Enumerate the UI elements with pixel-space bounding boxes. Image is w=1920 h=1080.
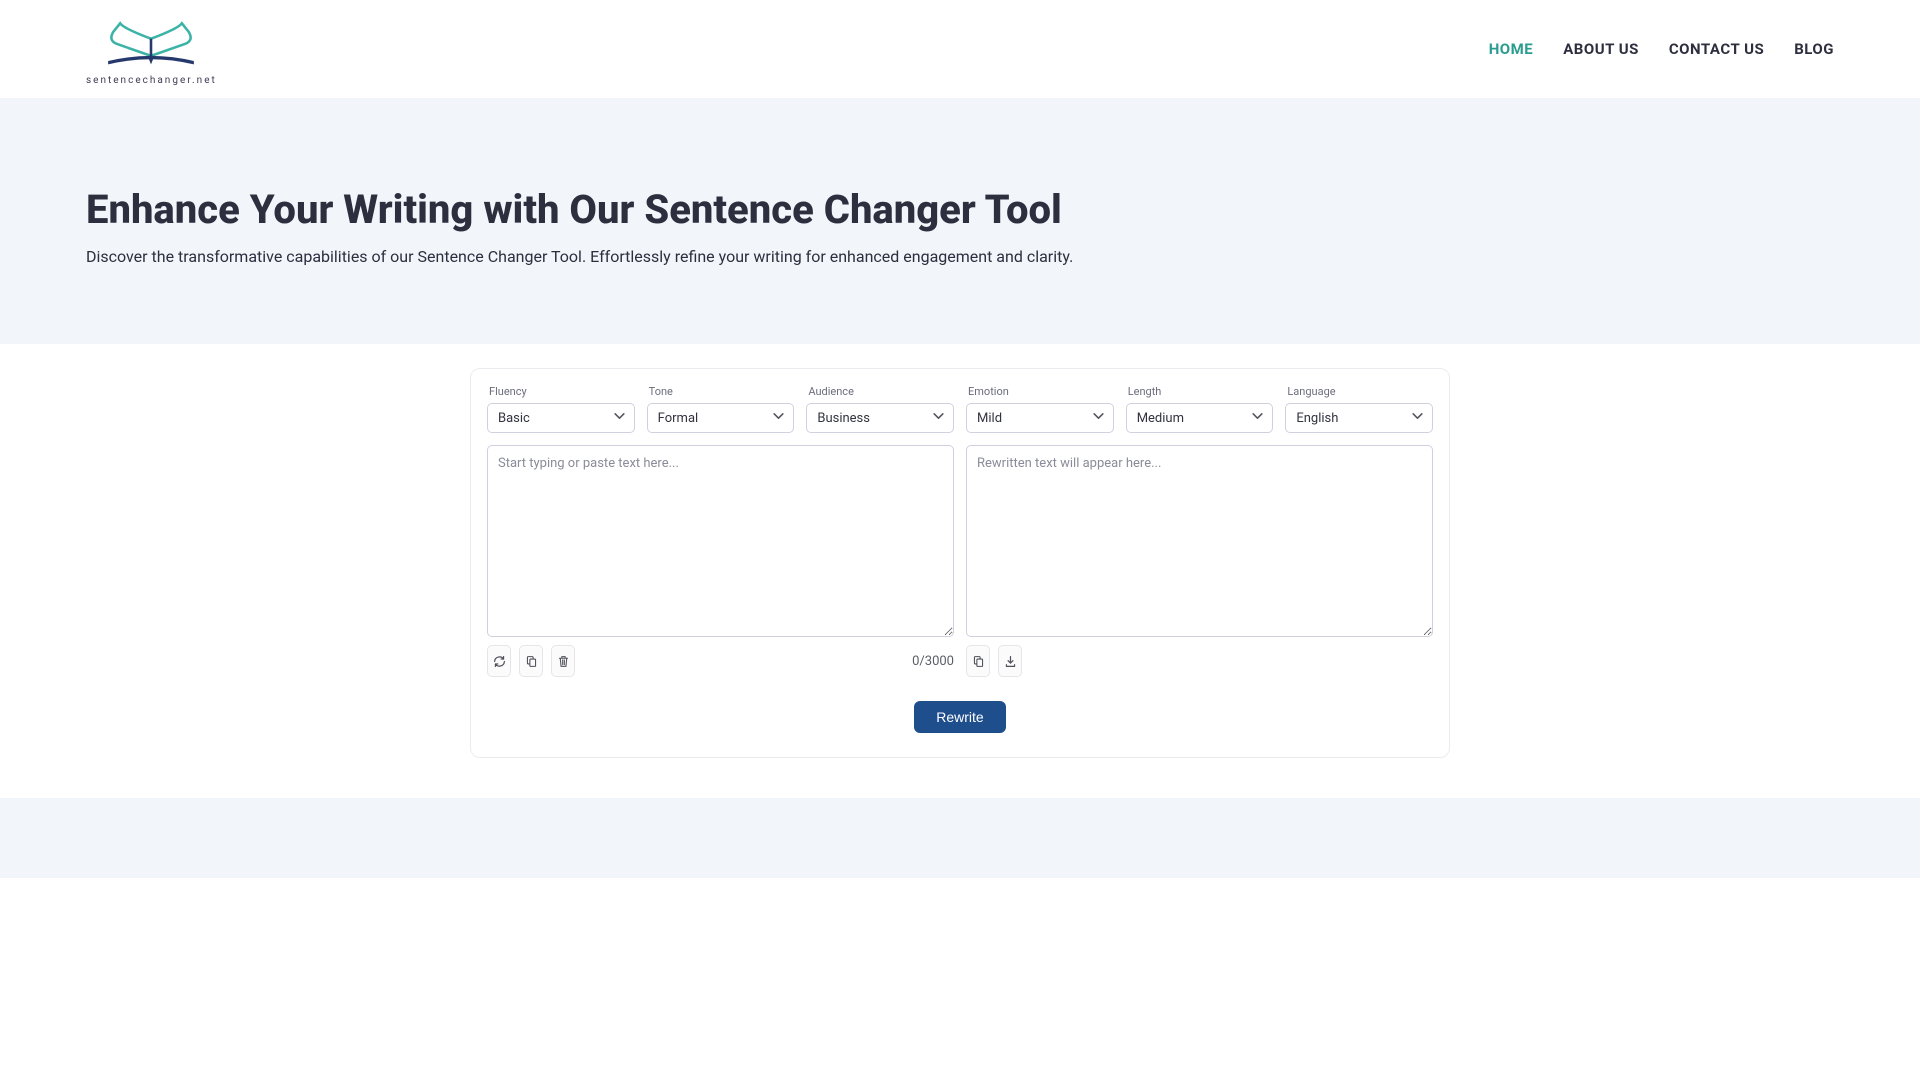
language-label: Language xyxy=(1287,385,1433,398)
length-select[interactable]: Medium xyxy=(1126,403,1274,433)
refresh-icon xyxy=(493,655,506,668)
fluency-select[interactable]: Basic xyxy=(487,403,635,433)
trash-icon xyxy=(557,655,570,668)
chevron-down-icon xyxy=(1092,410,1105,427)
chevron-down-icon xyxy=(932,410,945,427)
audience-label: Audience xyxy=(808,385,954,398)
character-counter: 0/3000 xyxy=(912,654,954,669)
length-label: Length xyxy=(1128,385,1274,398)
nav-about-us[interactable]: ABOUT US xyxy=(1563,40,1639,58)
page-title: Enhance Your Writing with Our Sentence C… xyxy=(86,186,1834,233)
emotion-select[interactable]: Mild xyxy=(966,403,1114,433)
emotion-value: Mild xyxy=(977,411,1002,426)
paste-button[interactable] xyxy=(519,645,543,677)
download-icon xyxy=(1004,655,1017,668)
fluency-value: Basic xyxy=(498,411,530,426)
tone-value: Formal xyxy=(658,411,699,426)
paste-icon xyxy=(525,655,538,668)
tool-card: Fluency Basic Tone Formal Audience Busin… xyxy=(470,368,1450,758)
download-button[interactable] xyxy=(998,645,1022,677)
page-subtitle: Discover the transformative capabilities… xyxy=(86,247,1834,266)
refresh-button[interactable] xyxy=(487,645,511,677)
length-value: Medium xyxy=(1137,411,1184,426)
rewrite-button[interactable]: Rewrite xyxy=(914,701,1005,733)
main-nav: HOME ABOUT US CONTACT US BLOG xyxy=(1489,40,1834,58)
chevron-down-icon xyxy=(772,410,785,427)
output-textarea[interactable] xyxy=(966,445,1433,637)
nav-contact-us[interactable]: CONTACT US xyxy=(1669,40,1764,58)
audience-select[interactable]: Business xyxy=(806,403,954,433)
language-select[interactable]: English xyxy=(1285,403,1433,433)
language-value: English xyxy=(1296,411,1338,426)
tone-select[interactable]: Formal xyxy=(647,403,795,433)
brand-logo[interactable]: sentencechanger.net xyxy=(86,13,217,86)
audience-value: Business xyxy=(817,411,870,426)
chevron-down-icon xyxy=(613,410,626,427)
nav-home[interactable]: HOME xyxy=(1489,40,1534,58)
clear-button[interactable] xyxy=(551,645,575,677)
input-textarea[interactable] xyxy=(487,445,954,637)
nav-blog[interactable]: BLOG xyxy=(1794,40,1834,58)
fluency-label: Fluency xyxy=(489,385,635,398)
logo-mark-icon xyxy=(96,13,206,73)
copy-icon xyxy=(972,655,985,668)
chevron-down-icon xyxy=(1411,410,1424,427)
tone-label: Tone xyxy=(649,385,795,398)
options-row: Fluency Basic Tone Formal Audience Busin… xyxy=(487,385,1433,433)
copy-button[interactable] xyxy=(966,645,990,677)
emotion-label: Emotion xyxy=(968,385,1114,398)
footer-strip xyxy=(0,798,1920,878)
hero-section: Enhance Your Writing with Our Sentence C… xyxy=(0,98,1920,344)
chevron-down-icon xyxy=(1251,410,1264,427)
brand-tagline: sentencechanger.net xyxy=(86,75,217,86)
